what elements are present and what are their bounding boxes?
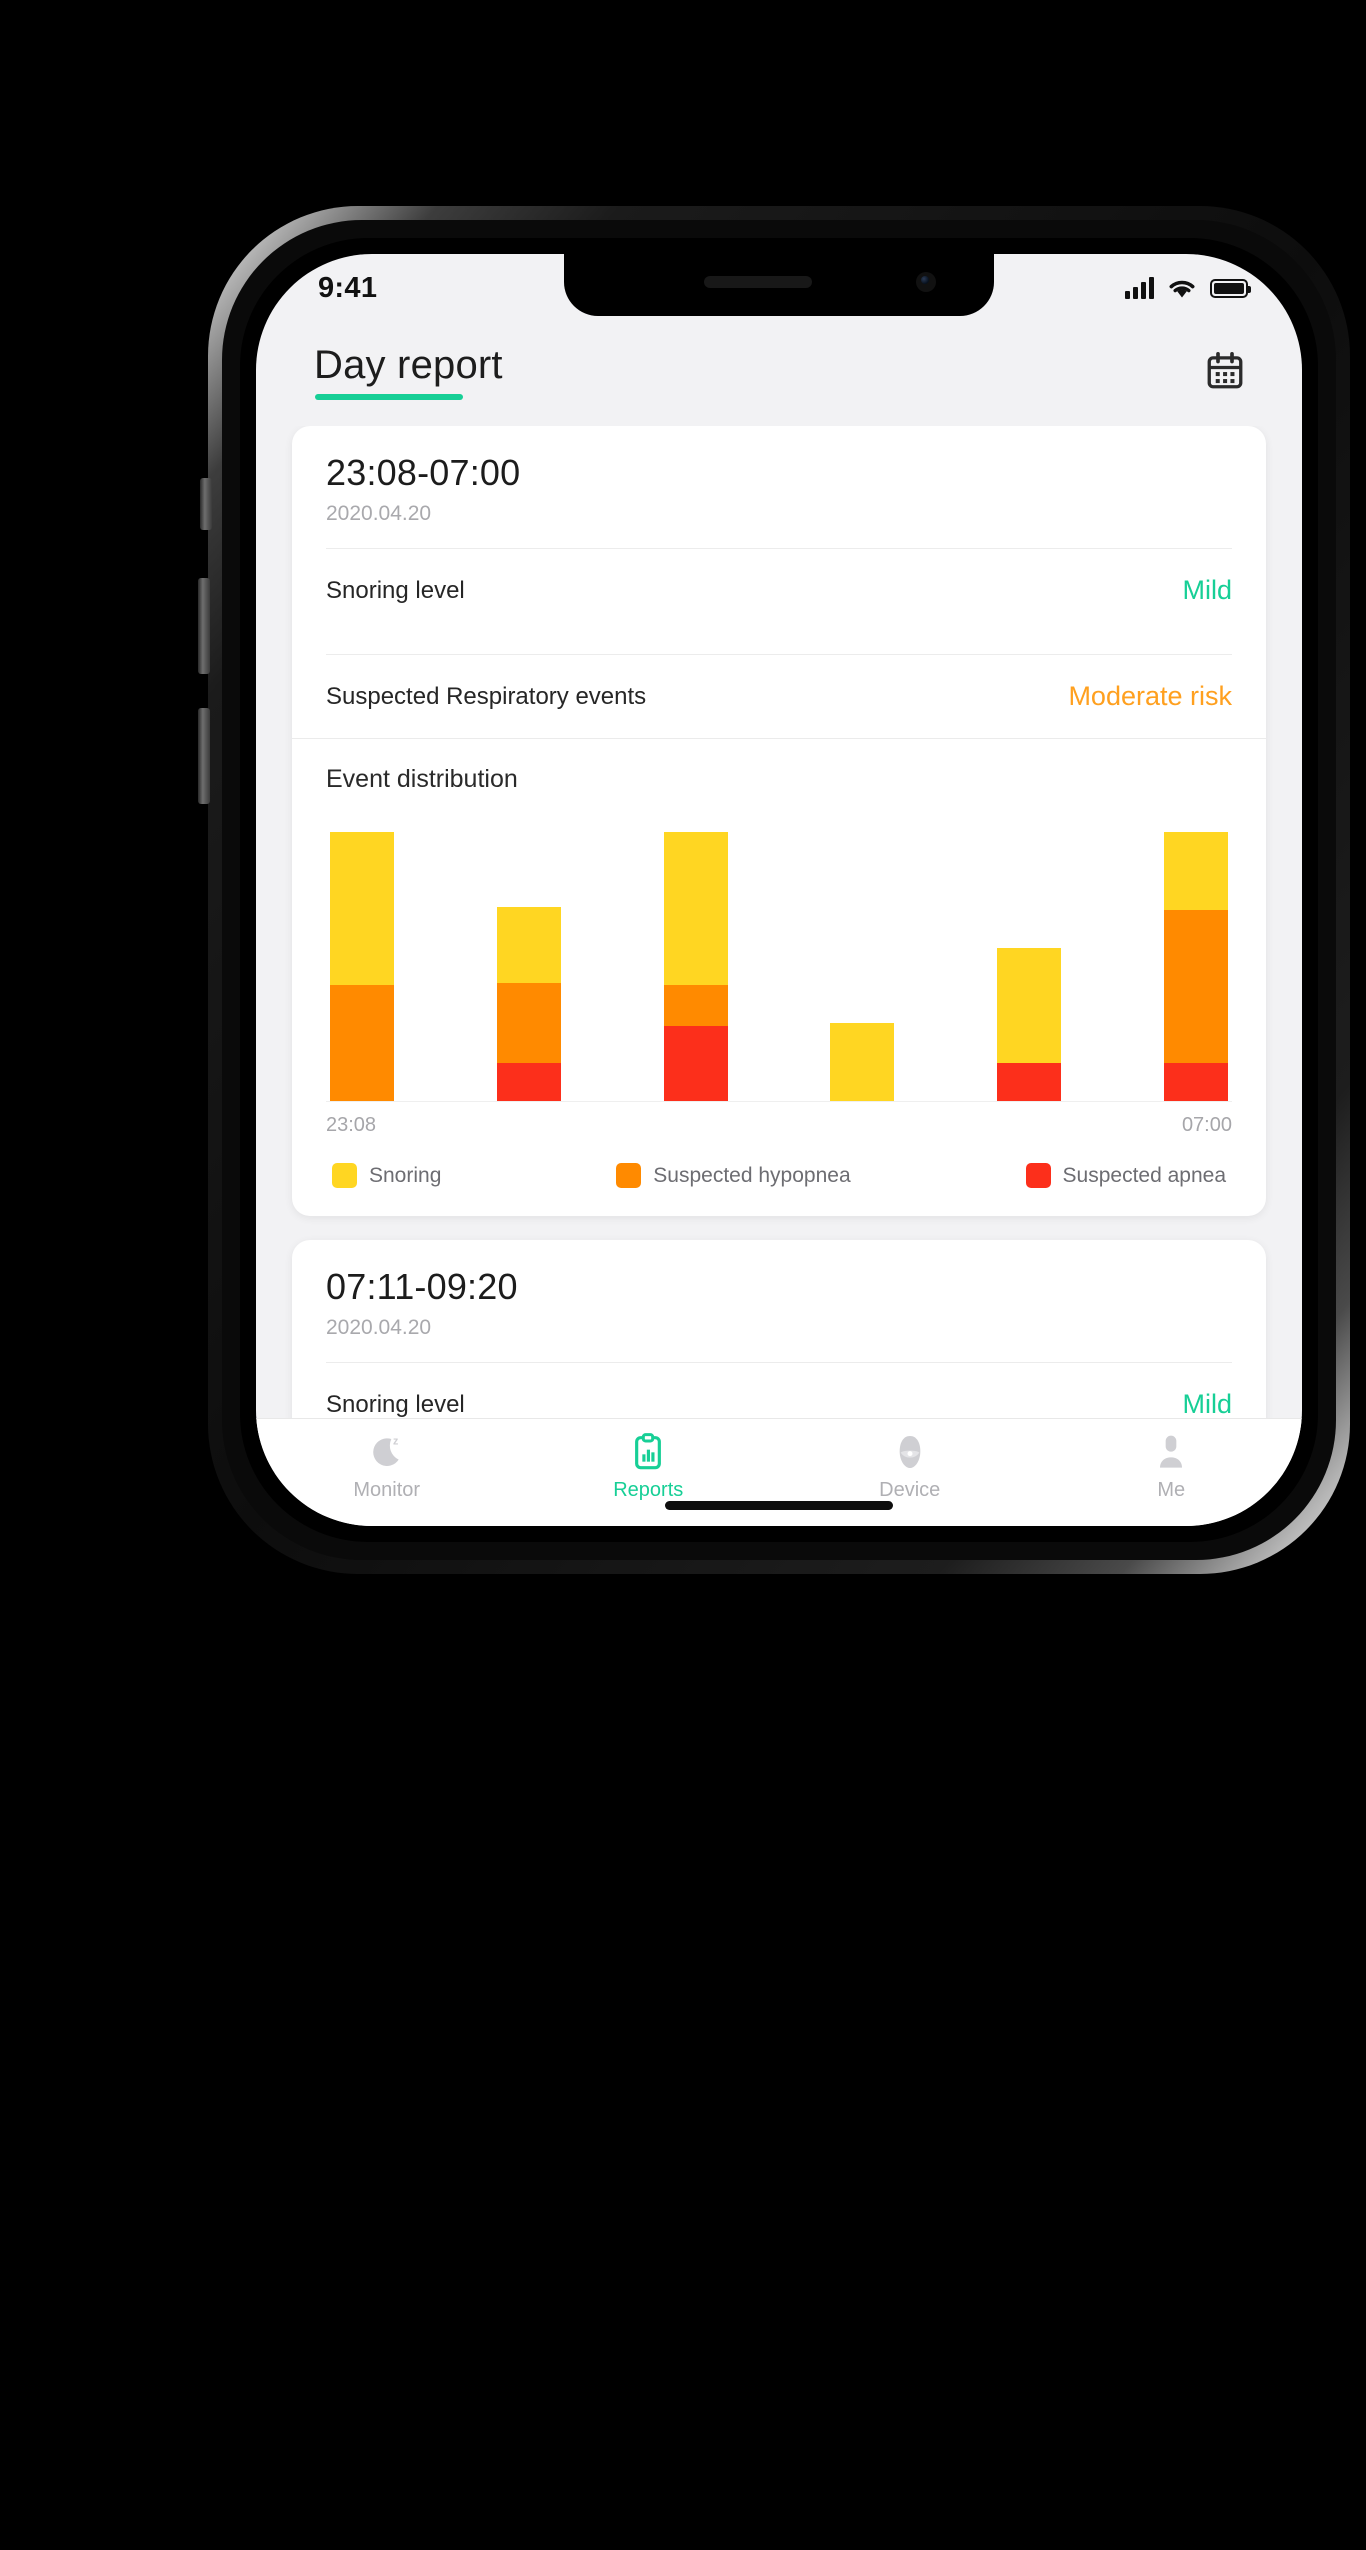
chart-bar xyxy=(1163,832,1228,1101)
chart-bar-segment xyxy=(1163,910,1228,1064)
report-card-summary: 23:08-07:00 2020.04.20 Snoring level Mil… xyxy=(292,426,1266,738)
earpiece-speaker xyxy=(704,276,812,288)
chart-bar xyxy=(330,832,394,1101)
chart-bar xyxy=(830,832,895,1101)
status-bar-indicators xyxy=(1125,277,1251,299)
summary-row-snoring-level: Snoring level Mild xyxy=(326,1363,1232,1418)
status-bar-time: 9:41 xyxy=(318,271,378,304)
chart-legend: Snoring Suspected hypopnea Suspected apnea xyxy=(326,1163,1232,1188)
legend-swatch xyxy=(332,1163,357,1188)
chart-title: Event distribution xyxy=(326,765,518,793)
page-title: Day report xyxy=(314,342,503,387)
chart-bar-segment xyxy=(663,832,728,986)
home-indicator[interactable] xyxy=(665,1501,893,1510)
axis-label-start: 23:08 xyxy=(326,1114,377,1136)
page-title-underline xyxy=(315,393,463,400)
screenshot-stage: 9:41 Day report 23:08-07:00 2020.04.20 S… xyxy=(0,0,1366,2550)
chart-bar-segment xyxy=(496,1063,561,1101)
report-time-range: 07:11-09:20 xyxy=(326,1266,518,1307)
chart-bar xyxy=(997,832,1062,1101)
tab-me[interactable]: Me xyxy=(1041,1432,1303,1502)
phone-device: 9:41 Day report 23:08-07:00 2020.04.20 S… xyxy=(96,98,1350,1574)
chart-axis-labels: 23:08 07:00 xyxy=(326,1114,1232,1137)
legend-swatch xyxy=(1025,1163,1051,1188)
legend-swatch xyxy=(616,1163,642,1188)
report-card[interactable]: 23:08-07:00 2020.04.20 Snoring level Mil… xyxy=(292,426,1266,1216)
chart-plot-area xyxy=(326,832,1232,1102)
legend-item: Suspected hypopnea xyxy=(616,1163,851,1188)
row-label: Suspected Respiratory events xyxy=(326,682,647,710)
row-label: Snoring level xyxy=(326,1390,465,1418)
silent-switch[interactable] xyxy=(200,478,212,530)
chart-bar-segment xyxy=(830,1023,895,1101)
clipboard-chart-icon xyxy=(635,1433,662,1470)
chart-bar xyxy=(663,832,728,1101)
chart-bar-segment xyxy=(1163,832,1228,911)
calendar-icon[interactable] xyxy=(1204,350,1246,392)
report-list[interactable]: 23:08-07:00 2020.04.20 Snoring level Mil… xyxy=(256,426,1302,1418)
sleep-mask-icon xyxy=(899,1436,921,1468)
legend-item: Suspected apnea xyxy=(1025,1163,1226,1188)
summary-row-respiratory-events: Suspected Respiratory events Moderate ri… xyxy=(326,655,1232,738)
tab-device[interactable]: Device xyxy=(779,1432,1041,1502)
legend-label: Snoring xyxy=(369,1163,442,1187)
page-title-wrap: Day report xyxy=(314,343,503,400)
svg-text:z: z xyxy=(393,1436,398,1448)
report-date: 2020.04.20 xyxy=(326,502,432,525)
report-date: 2020.04.20 xyxy=(326,1316,432,1339)
volume-down-button[interactable] xyxy=(198,708,210,804)
axis-label-end: 07:00 xyxy=(1181,1114,1232,1136)
phone-screen: 9:41 Day report 23:08-07:00 2020.04.20 S… xyxy=(256,254,1302,1526)
chart-bar-segment xyxy=(330,832,394,986)
chart-bar-segment xyxy=(663,1025,728,1101)
report-time-range: 23:08-07:00 xyxy=(326,452,521,493)
legend-item: Snoring xyxy=(332,1163,441,1188)
front-camera xyxy=(916,272,936,292)
cellular-signal-icon xyxy=(1125,277,1154,299)
legend-label: Suspected hypopnea xyxy=(653,1163,851,1187)
tab-label: Me xyxy=(1157,1479,1186,1501)
tab-label: Device xyxy=(879,1479,941,1501)
battery-full-icon xyxy=(1210,278,1251,298)
tab-monitor[interactable]: z Monitor xyxy=(256,1432,518,1502)
report-card-summary: 07:11-09:20 2020.04.20 Snoring level Mil… xyxy=(292,1240,1266,1418)
row-label: Snoring level xyxy=(326,576,465,604)
tab-reports[interactable]: Reports xyxy=(518,1432,780,1502)
row-value-respiratory-events: Moderate risk xyxy=(1068,681,1232,711)
chart-bar-segment xyxy=(997,1063,1062,1101)
event-distribution-chart: Event distribution 23:08 07:00 Snoring Su… xyxy=(292,739,1266,1216)
user-icon xyxy=(1160,1435,1183,1468)
wifi-icon xyxy=(1169,280,1195,298)
summary-row-snoring-level: Snoring level Mild xyxy=(326,549,1232,632)
row-value-snoring-level: Mild xyxy=(1182,1389,1232,1418)
chart-bar-segment xyxy=(663,985,728,1026)
app-header: Day report xyxy=(256,316,1302,426)
volume-up-button[interactable] xyxy=(198,578,210,674)
chart-bar-segment xyxy=(496,982,561,1064)
tab-label: Reports xyxy=(613,1479,684,1501)
chart-bar xyxy=(496,832,561,1101)
row-value-snoring-level: Mild xyxy=(1182,575,1232,605)
moon-sleep-icon: z xyxy=(372,1436,399,1466)
chart-bar-segment xyxy=(1163,1063,1228,1101)
notch xyxy=(564,254,994,316)
chart-bar-segment xyxy=(997,947,1062,1064)
tab-label: Monitor xyxy=(353,1479,421,1501)
legend-label: Suspected apnea xyxy=(1062,1163,1226,1187)
chart-bar-segment xyxy=(330,985,394,1101)
report-card[interactable]: 07:11-09:20 2020.04.20 Snoring level Mil… xyxy=(292,1240,1266,1418)
chart-bar-segment xyxy=(496,907,561,983)
